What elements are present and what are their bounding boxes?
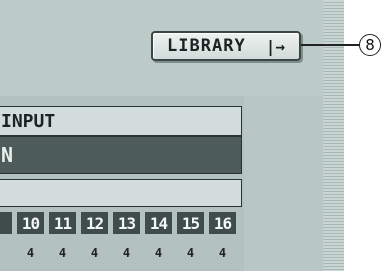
on-label: N — [1, 143, 14, 167]
mixer-screen: LIBRARY |→ INPUT N 10 11 12 13 14 15 16 … — [0, 0, 344, 271]
on-row[interactable]: N — [0, 136, 242, 174]
channel-numbers: 10 11 12 13 14 15 16 — [0, 212, 236, 234]
channel-value: 4 — [122, 246, 131, 260]
channel-value: 4 — [90, 246, 99, 260]
library-button-label: LIBRARY — [167, 36, 246, 56]
input-label: INPUT — [1, 110, 56, 132]
channel-value: 4 — [218, 246, 227, 260]
channel-values: 4 4 4 4 4 4 4 — [0, 246, 236, 260]
input-header-row: INPUT — [0, 106, 242, 136]
channel-button-15[interactable]: 15 — [177, 212, 204, 234]
channel-button-16[interactable]: 16 — [209, 212, 236, 234]
callout-leader-line — [301, 44, 361, 46]
channel-value: 4 — [186, 246, 195, 260]
channel-button-13[interactable]: 13 — [113, 212, 140, 234]
channel-value: 4 — [26, 246, 35, 260]
channel-value: 4 — [58, 246, 67, 260]
empty-row[interactable] — [0, 179, 242, 207]
arrow-right-icon: |→ — [265, 36, 285, 56]
channel-value: 4 — [154, 246, 163, 260]
library-button[interactable]: LIBRARY |→ — [151, 31, 301, 61]
channel-button-14[interactable]: 14 — [145, 212, 172, 234]
textured-strip — [323, 0, 344, 271]
channel-button-10[interactable]: 10 — [17, 212, 44, 234]
channel-button-11[interactable]: 11 — [49, 212, 76, 234]
channel-button-9[interactable] — [0, 212, 12, 234]
channel-button-12[interactable]: 12 — [81, 212, 108, 234]
callout-number: 8 — [359, 34, 381, 56]
input-panel: INPUT N — [0, 96, 244, 271]
channel-value — [0, 246, 12, 260]
